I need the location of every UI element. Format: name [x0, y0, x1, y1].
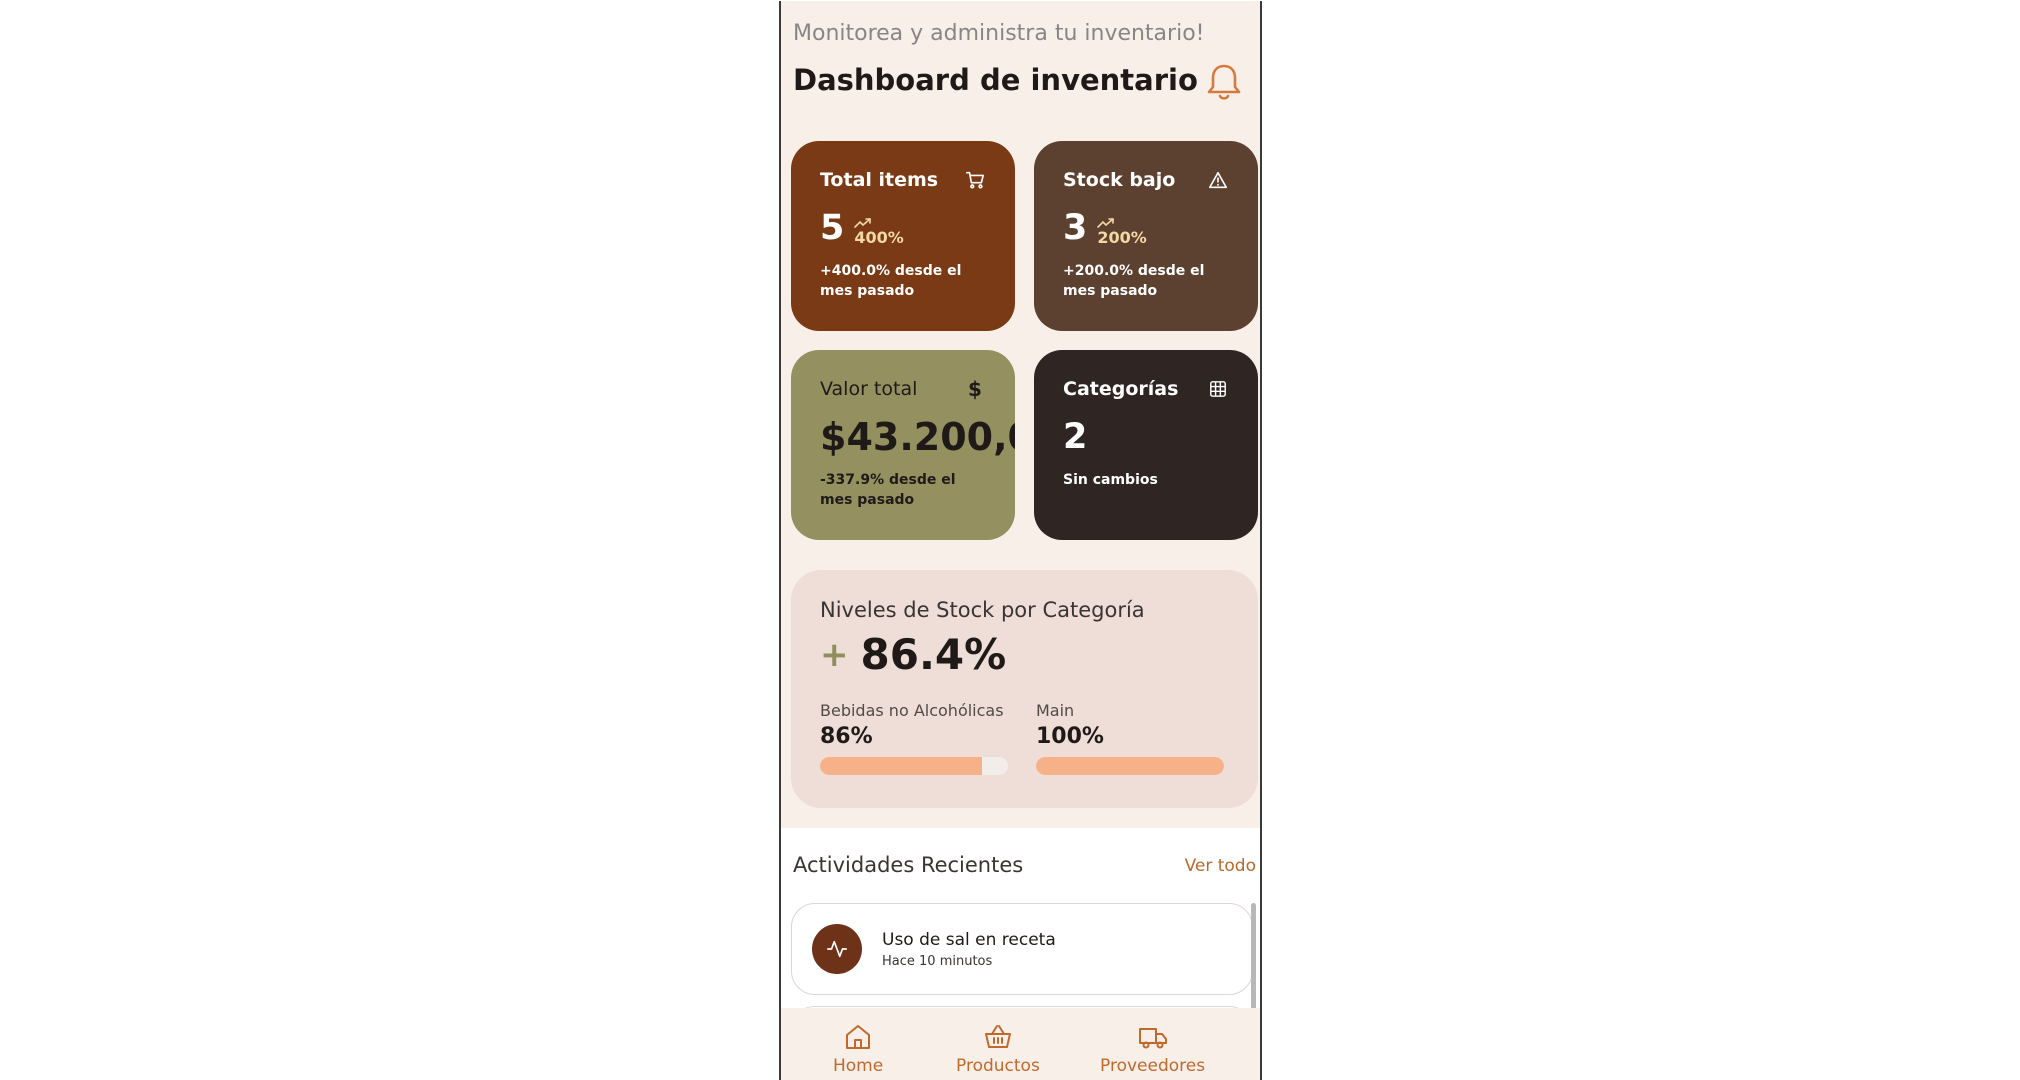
activities-title: Actividades Recientes	[793, 853, 1024, 877]
card-note: Sin cambios	[1063, 472, 1158, 488]
card-label: Total items	[820, 169, 939, 191]
nav-suppliers[interactable]: Proveedores	[1100, 1022, 1205, 1076]
cart-icon	[964, 169, 986, 191]
grid-icon	[1207, 378, 1229, 400]
categories-card[interactable]: Categorías 2 Sin cambios	[1034, 350, 1258, 540]
card-label: Stock bajo	[1063, 169, 1176, 191]
card-trend: 400%	[854, 228, 904, 247]
stock-panel-title: Niveles de Stock por Categoría	[820, 598, 1145, 622]
stock-progress-fill	[1036, 757, 1224, 775]
nav-products[interactable]: Productos	[956, 1022, 1040, 1076]
view-all-link[interactable]: Ver todo	[1185, 856, 1256, 876]
card-note: -337.9% desde el mes pasado	[820, 472, 956, 508]
mobile-app-frame: Monitorea y administra tu inventario! Da…	[779, 1, 1262, 1080]
nav-home[interactable]: Home	[833, 1022, 883, 1076]
bottom-navigation: Home Productos Proveedores	[781, 1008, 1260, 1080]
card-trend: 200%	[1097, 228, 1147, 247]
card-note: +200.0% desde el mes pasado	[1063, 263, 1205, 299]
total-items-card[interactable]: Total items 5 400% +400.0% desde el mes …	[791, 141, 1015, 331]
stock-progress-bar	[820, 757, 1008, 775]
activity-time: Hace 10 minutos	[882, 953, 993, 969]
nav-label: Productos	[956, 1056, 1040, 1076]
stock-category-name: Bebidas no Alcohólicas	[820, 701, 1004, 720]
stock-category: Bebidas no Alcohólicas 86%	[820, 701, 1008, 775]
nav-label: Proveedores	[1100, 1056, 1206, 1076]
activity-name: Uso de sal en receta	[882, 929, 1056, 950]
warning-icon	[1207, 169, 1229, 191]
plus-sign: +	[820, 634, 849, 675]
basket-icon	[984, 1025, 1011, 1048]
card-value: $43.200,00	[820, 415, 1015, 459]
stock-progress-fill	[820, 757, 982, 775]
card-note: +400.0% desde el mes pasado	[820, 263, 962, 299]
truck-icon	[1138, 1028, 1167, 1049]
scrollbar[interactable]	[1251, 903, 1256, 1019]
bell-icon[interactable]	[1204, 61, 1244, 103]
total-value-card[interactable]: Valor total $ $43.200,00 -337.9% desde e…	[791, 350, 1015, 540]
low-stock-card[interactable]: Stock bajo 3 200% +200.0% desde el mes p…	[1034, 141, 1258, 331]
page-title: Dashboard de inventario	[793, 63, 1198, 97]
stock-progress-bar	[1036, 757, 1224, 775]
home-icon	[846, 1025, 871, 1049]
card-value: 3	[1063, 208, 1088, 248]
stock-category: Main 100%	[1036, 701, 1224, 775]
stock-total-percent: 86.4%	[860, 630, 1007, 679]
dollar-icon: $	[968, 377, 982, 401]
activity-item[interactable]: Uso de sal en receta Hace 10 minutos	[791, 903, 1253, 995]
card-label: Valor total	[820, 378, 918, 400]
card-value: 5	[820, 208, 845, 248]
page-subtitle: Monitorea y administra tu inventario!	[793, 21, 1205, 46]
nav-label: Home	[833, 1056, 884, 1076]
card-label: Categorías	[1063, 378, 1179, 400]
stock-levels-panel: Niveles de Stock por Categoría + 86.4% B…	[791, 570, 1258, 808]
stock-category-name: Main	[1036, 701, 1075, 720]
activity-icon	[812, 924, 862, 974]
stock-category-value: 100%	[1036, 724, 1104, 749]
card-value: 2	[1063, 417, 1088, 457]
stock-category-value: 86%	[820, 724, 873, 749]
